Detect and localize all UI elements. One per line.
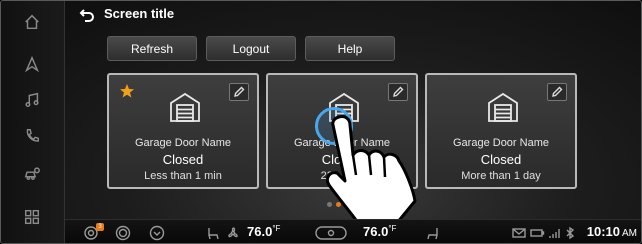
passenger-temperature[interactable]: 76.0°F — [363, 224, 396, 239]
garage-door-icon — [168, 91, 202, 123]
door-duration: More than 1 day — [461, 170, 541, 182]
signal-icon — [547, 225, 563, 241]
door-duration: Less than 1 min — [144, 170, 222, 182]
mail-icon[interactable] — [511, 225, 527, 241]
door-state: Closed — [162, 152, 204, 167]
favorite-star-icon[interactable] — [119, 83, 135, 99]
back-arrow-icon[interactable] — [79, 7, 95, 23]
apps-grid-icon[interactable] — [21, 206, 43, 228]
door-state: Closed — [480, 152, 522, 167]
door-name: Garage Door Name — [453, 137, 549, 149]
infotainment-screen: Screen title Refresh Logout Help Garage … — [0, 0, 642, 244]
status-bar: 3 76.0°F 76.0°F 10:10 AM — [65, 219, 641, 243]
home-icon[interactable] — [21, 11, 43, 33]
help-button[interactable]: Help — [305, 36, 395, 61]
logout-button[interactable]: Logout — [206, 36, 296, 61]
garage-door-card[interactable]: Garage Door Name Closed Less than 1 min — [107, 73, 259, 189]
refresh-button[interactable]: Refresh — [107, 36, 197, 61]
chevron-down-icon[interactable] — [149, 225, 165, 241]
music-icon[interactable] — [21, 89, 43, 111]
left-rail — [1, 1, 65, 243]
door-name: Garage Door Name — [135, 137, 231, 149]
voice-assistant-icon[interactable] — [115, 225, 131, 241]
pointing-hand-icon — [317, 111, 435, 229]
passenger-seat-icon[interactable] — [425, 225, 441, 241]
garage-door-icon — [486, 91, 520, 123]
clock: 10:10 AM — [586, 224, 637, 239]
bluetooth-icon — [562, 225, 578, 241]
battery-icon — [529, 225, 545, 241]
edit-pencil-icon[interactable] — [547, 83, 567, 101]
fan-icon[interactable] — [225, 225, 241, 241]
notification-badge: 3 — [96, 223, 104, 231]
edit-pencil-icon[interactable] — [388, 83, 408, 101]
page-title: Screen title — [104, 6, 175, 21]
climate-fan-icon[interactable] — [315, 225, 347, 241]
car-settings-icon[interactable] — [21, 163, 43, 185]
seat-heat-icon[interactable] — [205, 225, 221, 241]
driver-temperature[interactable]: 76.0°F — [247, 224, 280, 239]
edit-pencil-icon[interactable] — [229, 83, 249, 101]
phone-icon[interactable] — [21, 125, 43, 147]
garage-door-card[interactable]: Garage Door Name Closed More than 1 day — [425, 73, 577, 189]
navigation-icon[interactable] — [21, 53, 43, 75]
